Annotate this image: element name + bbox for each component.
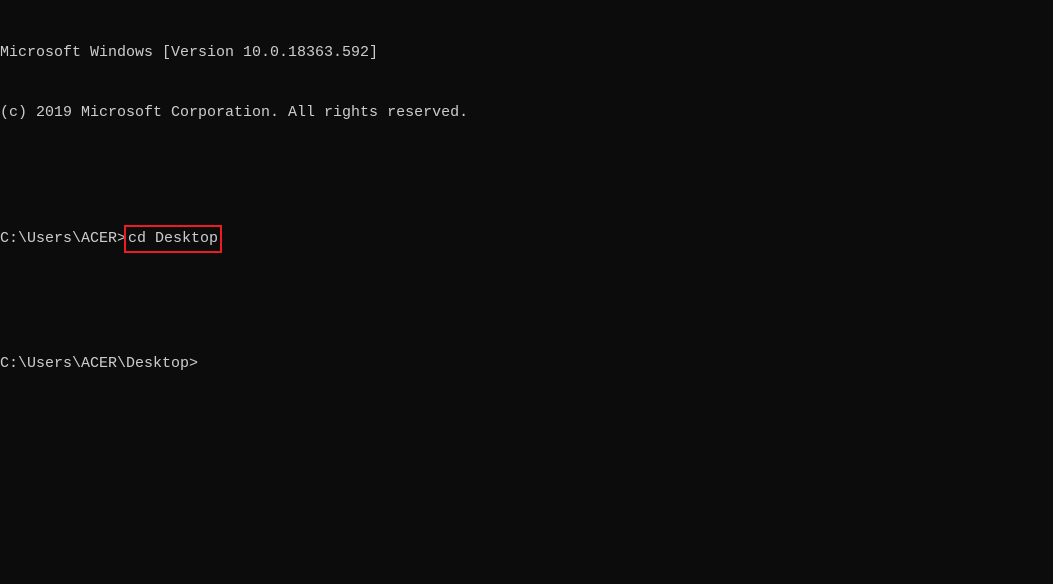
blank-line (0, 164, 1053, 184)
prompt-2: C:\Users\ACER\Desktop> (0, 355, 198, 372)
blank-line (0, 294, 1053, 314)
prompt-1: C:\Users\ACER> (0, 229, 126, 249)
command-line-2[interactable]: C:\Users\ACER\Desktop> (0, 354, 1053, 374)
version-line: Microsoft Windows [Version 10.0.18363.59… (0, 43, 1053, 63)
copyright-line: (c) 2019 Microsoft Corporation. All righ… (0, 103, 1053, 123)
command-line-1: C:\Users\ACER>cd Desktop (0, 225, 1053, 253)
highlighted-command: cd Desktop (124, 225, 222, 253)
terminal-output[interactable]: Microsoft Windows [Version 10.0.18363.59… (0, 0, 1053, 395)
